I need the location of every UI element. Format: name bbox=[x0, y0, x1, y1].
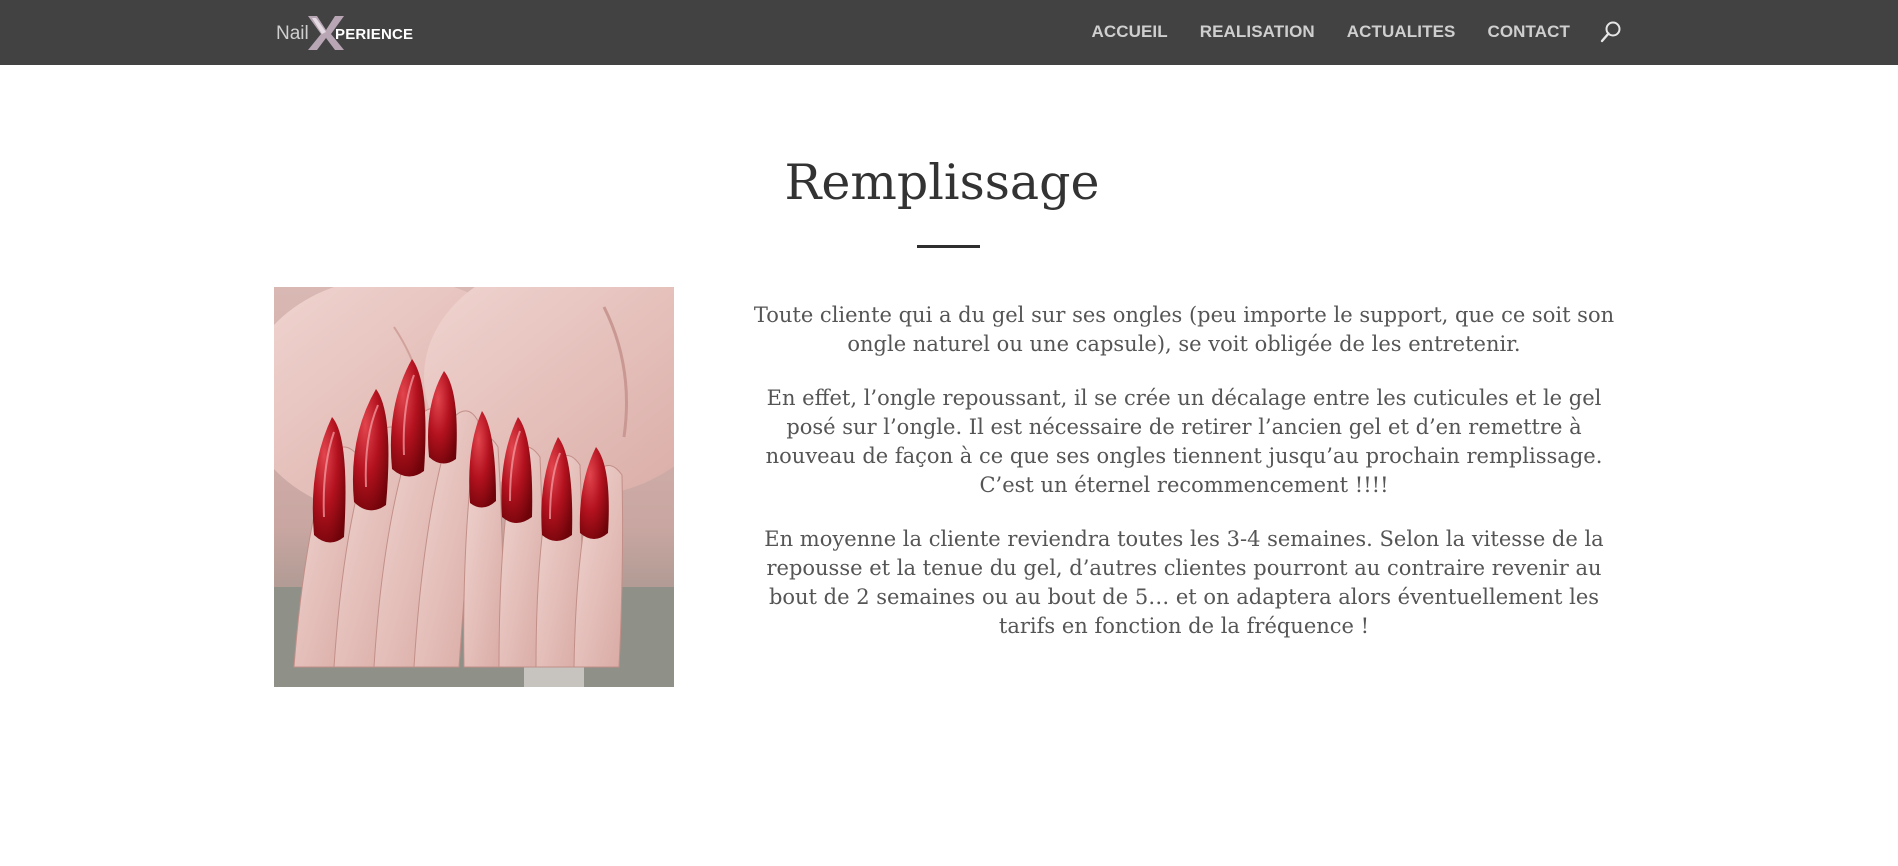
paragraph-1: Toute cliente qui a du gel sur ses ongle… bbox=[753, 303, 1615, 356]
red-nails-image bbox=[274, 287, 674, 687]
nav-contact[interactable]: CONTACT bbox=[1487, 22, 1570, 42]
paragraph-2: En effet, l’ongle repoussant, il se crée… bbox=[765, 386, 1603, 497]
nav-realisation[interactable]: REALISATION bbox=[1200, 22, 1315, 42]
search-icon bbox=[1600, 21, 1621, 42]
svg-text:Nail: Nail bbox=[276, 23, 309, 44]
main-nav: ACCUEIL REALISATION ACTUALITES CONTACT bbox=[1091, 0, 1624, 63]
nailxperience-logo: Nail PERIENCE bbox=[276, 16, 413, 50]
search-button[interactable] bbox=[1598, 19, 1624, 45]
nav-accueil[interactable]: ACCUEIL bbox=[1091, 22, 1167, 42]
nav-actualites[interactable]: ACTUALITES bbox=[1347, 22, 1456, 42]
description-text: Toute cliente qui a du gel sur ses ongle… bbox=[748, 301, 1620, 666]
site-logo[interactable]: Nail PERIENCE bbox=[276, 14, 416, 50]
site-header: Nail PERIENCE ACCUEIL REALISATION ACTUAL… bbox=[0, 0, 1898, 65]
title-divider bbox=[917, 245, 980, 248]
nails-photo bbox=[274, 287, 674, 687]
page-title: Remplissage bbox=[784, 154, 1100, 211]
svg-text:PERIENCE: PERIENCE bbox=[335, 26, 413, 43]
paragraph-3: En moyenne la cliente reviendra toutes l… bbox=[764, 527, 1604, 638]
